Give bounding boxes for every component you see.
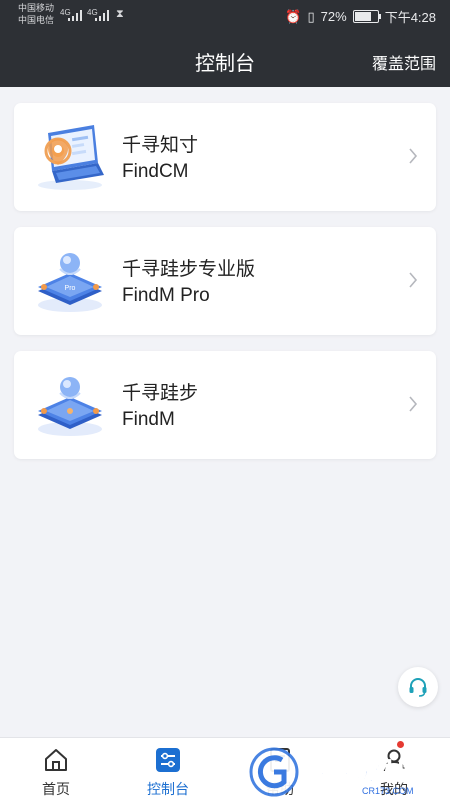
console-icon: [156, 748, 180, 772]
pro-positioning-icon: Pro: [38, 253, 102, 312]
product-name: 千寻知寸: [122, 135, 199, 156]
status-bar: 中国移动 中国电信 4G 4G ⧗ ⏰ ▯ 72% 下午4:28: [0, 0, 450, 30]
product-name: 千寻跬步: [122, 383, 199, 404]
pro-badge: Pro: [65, 285, 76, 292]
status-right: ⏰ ▯ 72% 下午4:28: [285, 7, 436, 26]
carrier-2: 中国电信: [18, 15, 55, 25]
clock: 下午4:28: [384, 10, 436, 25]
product-card-findcm[interactable]: 千寻知寸 FindCM: [14, 103, 436, 211]
signal-icon: [68, 10, 84, 21]
tab-label: 首页: [42, 781, 70, 797]
laptop-map-icon: [38, 125, 104, 190]
app-header: 控制台 覆盖范围: [0, 30, 450, 87]
vibrate-icon: ▯: [307, 8, 315, 24]
signal-icon-2: [95, 10, 111, 21]
tab-label: 控制台: [147, 781, 189, 797]
battery-icon: [352, 10, 381, 23]
tab-console[interactable]: 控制台: [112, 738, 224, 801]
chevron-right-icon: [409, 148, 418, 164]
product-english-name: FindM: [122, 409, 175, 430]
hourglass-icon: ⧗: [116, 8, 124, 20]
watermark-logo: 西西软件园 CR173.COM: [249, 747, 423, 797]
coverage-button[interactable]: 覆盖范围: [372, 50, 436, 74]
product-english-name: FindCM: [122, 161, 189, 182]
chevron-right-icon: [409, 396, 418, 412]
carrier-names: 中国移动 中国电信: [18, 2, 54, 26]
product-card-findm[interactable]: 千寻跬步 FindM: [14, 351, 436, 459]
carrier-1: 中国移动: [18, 3, 55, 13]
home-icon: [45, 749, 67, 771]
product-name: 千寻跬步专业版: [122, 259, 256, 280]
headset-icon: [409, 678, 427, 697]
product-card-findm-pro[interactable]: Pro 千寻跬步专业版 FindM Pro: [14, 227, 436, 335]
watermark-url: CR173.COM: [362, 786, 414, 796]
positioning-icon: [38, 377, 102, 436]
watermark-text: 西西软件园: [302, 758, 422, 786]
product-english-name: FindM Pro: [122, 285, 210, 306]
tab-home[interactable]: 首页: [0, 738, 112, 801]
customer-service-button[interactable]: [398, 667, 438, 707]
chevron-right-icon: [409, 272, 418, 288]
alarm-icon: ⏰: [285, 8, 302, 24]
battery-percent: 72%: [320, 9, 347, 24]
